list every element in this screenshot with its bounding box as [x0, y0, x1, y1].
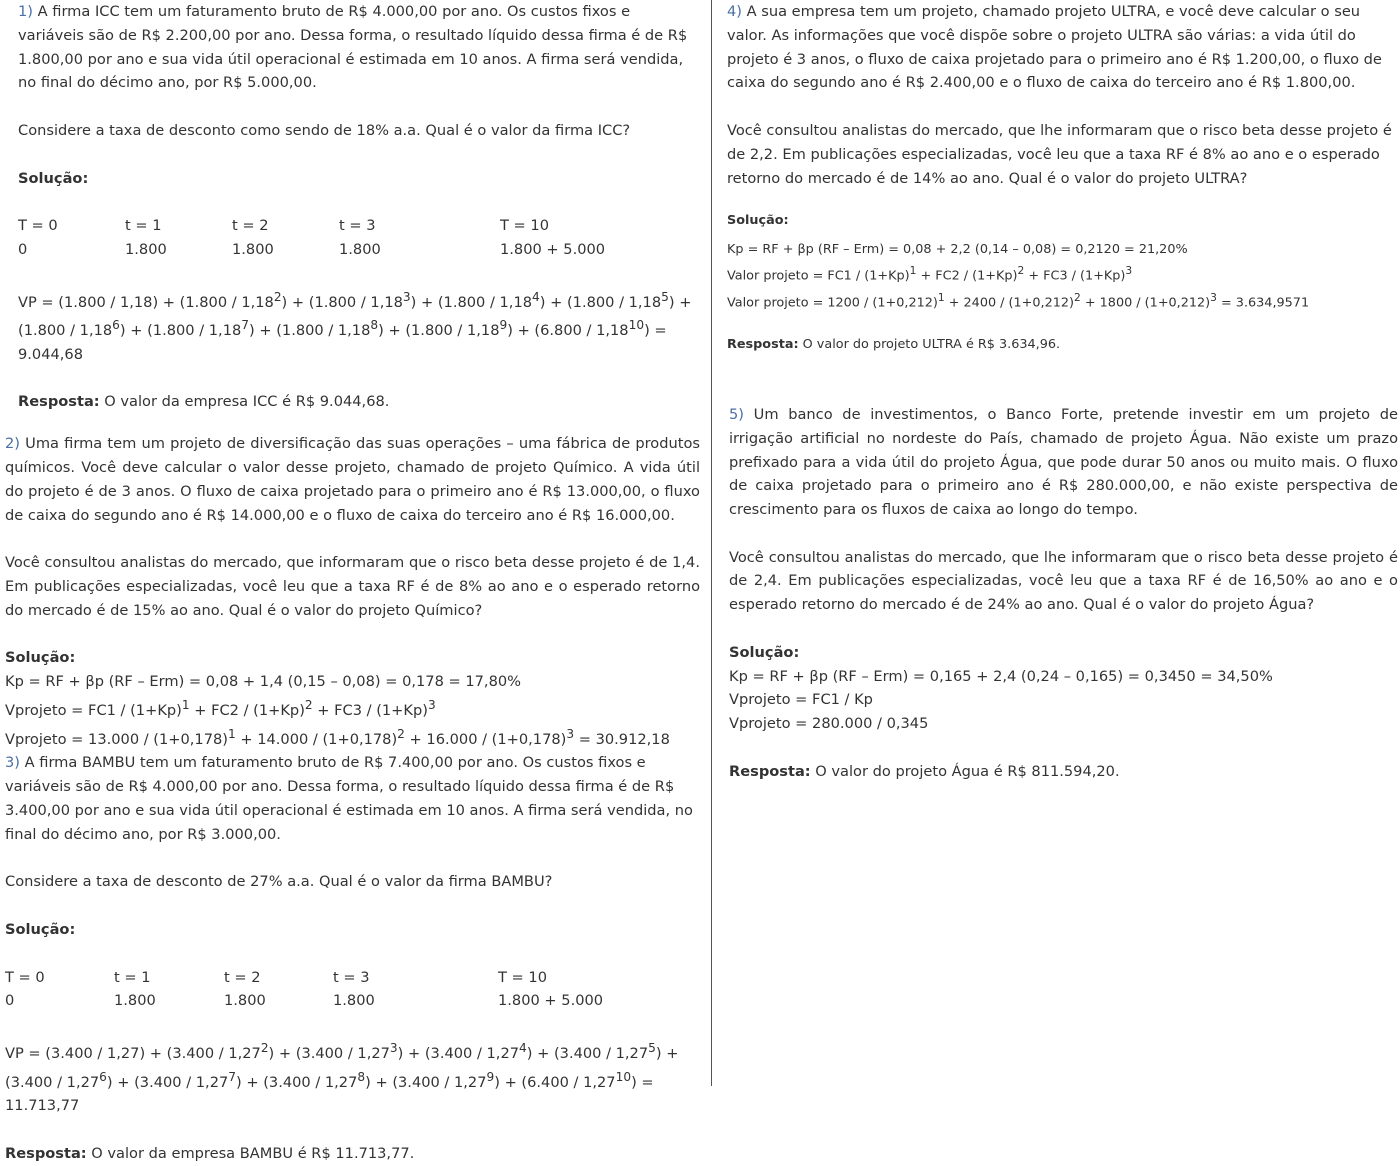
answer-4: Resposta: O valor do projeto ULTRA é R$ …: [727, 336, 1061, 352]
question-3-prompt: Considere a taxa de desconto de 27% a.a.…: [5, 873, 553, 891]
vprojeto-formula: Vprojeto = FC1 / (1+Kp)1 + FC2 / (1+Kp)2…: [5, 698, 436, 719]
question-2-text: 2) Uma firma tem um projeto de diversifi…: [5, 435, 700, 524]
answer-3: Resposta: O valor da empresa BAMBU é R$ …: [5, 1144, 415, 1162]
vprojeto-formula: Vprojeto = FC1 / Kp: [729, 691, 873, 709]
answer-1: Resposta: O valor da empresa ICC é R$ 9.…: [18, 393, 390, 411]
question-1: 1) A firma ICC tem um faturamento bruto …: [5, 0, 700, 414]
valor-projeto-formula: Valor projeto = FC1 / (1+Kp)1 + FC2 / (1…: [727, 264, 1133, 284]
vp-formula: VP = (3.400 / 1,27) + (3.400 / 1,272) + …: [5, 1040, 679, 1115]
question-4: 4) A sua empresa tem um projeto, chamado…: [727, 0, 1398, 355]
question-3-text: 3) A firma BAMBU tem um faturamento brut…: [5, 754, 693, 843]
vprojeto-calc: Vprojeto = 13.000 / (1+0,178)1 + 14.000 …: [5, 726, 670, 748]
cashflow-table-values: 0 1.800 1.800 1.800 1.800 + 5.000: [18, 240, 606, 258]
question-2: 2) Uma firma tem um projeto de diversifi…: [5, 432, 700, 751]
question-5: 5) Um banco de investimentos, o Banco Fo…: [727, 403, 1398, 784]
solution-label: Solução:: [729, 643, 800, 661]
column-divider: [711, 0, 712, 1086]
question-number: 1): [18, 3, 33, 20]
cashflow-table-values: 0 1.800 1.800 1.800 1.800 + 5.000: [5, 992, 604, 1010]
question-3: 3) A firma BAMBU tem um faturamento brut…: [5, 751, 700, 1165]
question-4-text: 4) A sua empresa tem um projeto, chamado…: [727, 3, 1382, 92]
question-number: 4): [727, 3, 742, 20]
vp-formula: VP = (1.800 / 1,18) + (1.800 / 1,182) + …: [18, 289, 692, 363]
solution-label: Solução:: [727, 213, 789, 229]
kp-formula: Kp = RF + βp (RF – Erm) = 0,165 + 2,4 (0…: [729, 667, 1273, 685]
question-5-prompt: Você consultou analistas do mercado, que…: [729, 548, 1398, 614]
kp-formula: Kp = RF + βp (RF – Erm) = 0,08 + 1,4 (0,…: [5, 673, 522, 691]
left-column: 1) A firma ICC tem um faturamento bruto …: [5, 0, 700, 1166]
question-number: 5): [729, 405, 744, 423]
kp-formula: Kp = RF + βp (RF – Erm) = 0,08 + 2,2 (0,…: [727, 242, 1188, 258]
solution-label: Solução:: [18, 169, 89, 187]
question-1-prompt: Considere a taxa de desconto como sendo …: [18, 121, 631, 139]
question-1-text: 1) A firma ICC tem um faturamento bruto …: [18, 3, 688, 92]
question-number: 2): [5, 435, 20, 453]
answer-5: Resposta: O valor do projeto Água é R$ 8…: [729, 762, 1120, 780]
solution-label: Solução:: [5, 649, 76, 667]
cashflow-table-head: T = 0 t = 1 t = 2 t = 3 T = 10: [18, 217, 549, 235]
question-number: 3): [5, 754, 20, 772]
question-4-prompt: Você consultou analistas do mercado, que…: [727, 121, 1392, 187]
solution-label: Solução:: [5, 920, 76, 938]
right-column: 4) A sua empresa tem um projeto, chamado…: [727, 0, 1398, 784]
valor-projeto-calc: Valor projeto = 1200 / (1+0,212)1 + 2400…: [727, 290, 1310, 310]
cashflow-table-head: T = 0 t = 1 t = 2 t = 3 T = 10: [5, 968, 547, 986]
question-2-prompt: Você consultou analistas do mercado, que…: [5, 554, 700, 619]
question-5-text: 5) Um banco de investimentos, o Banco Fo…: [729, 405, 1398, 519]
vprojeto-calc: Vprojeto = 280.000 / 0,345: [729, 715, 929, 733]
